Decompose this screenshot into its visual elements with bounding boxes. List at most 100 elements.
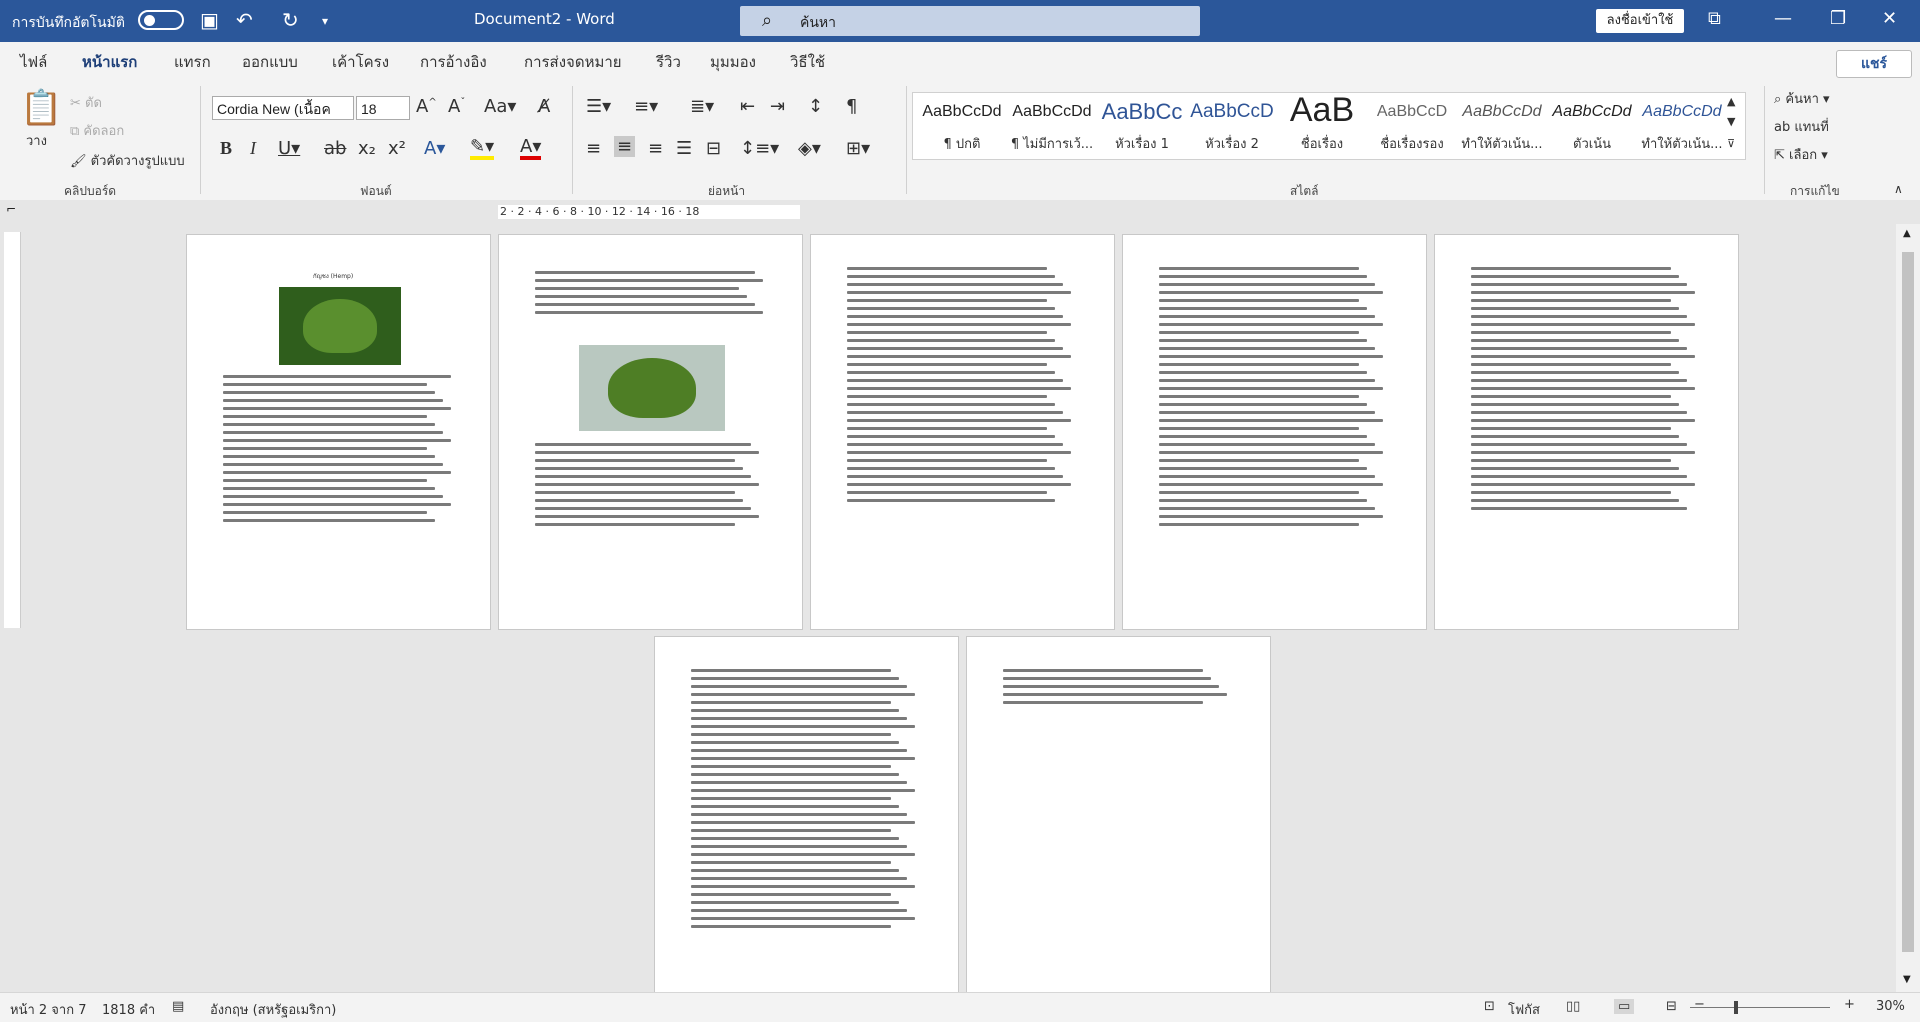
font-size-combo[interactable]: 18 xyxy=(356,96,410,120)
tab-file[interactable]: ไฟล์ xyxy=(20,50,47,74)
copy-button[interactable]: ⧉ คัดลอก xyxy=(70,120,124,141)
line-spacing-icon[interactable]: ↕≡▾ xyxy=(740,138,779,159)
justify-icon[interactable]: ☰ xyxy=(676,138,692,159)
sort-icon[interactable]: ↕ xyxy=(808,96,823,117)
decrease-indent-icon[interactable]: ⇤ xyxy=(740,96,755,117)
multilevel-list-icon[interactable]: ≣▾ xyxy=(690,96,714,117)
font-color-icon[interactable]: A▾ xyxy=(520,138,542,160)
zoom-slider-handle[interactable] xyxy=(1734,1001,1738,1014)
subscript-icon[interactable]: x₂ xyxy=(358,138,376,159)
show-marks-icon[interactable]: ¶ xyxy=(846,96,857,117)
shrink-font-icon[interactable]: Aˇ xyxy=(448,96,465,117)
search-box[interactable]: ⌕ ค้นหา xyxy=(740,6,1200,36)
language-indicator[interactable]: อังกฤษ (สหรัฐอเมริกา) xyxy=(210,999,336,1020)
borders-icon[interactable]: ⊞▾ xyxy=(846,138,870,159)
style-subtitle[interactable]: AaBbCcD ชื่อเรื่องรอง xyxy=(1367,93,1457,159)
tab-help[interactable]: วิธีใช้ xyxy=(790,50,825,74)
paste-button[interactable]: วาง xyxy=(26,130,47,151)
sign-in-button[interactable]: ลงชื่อเข้าใช้ xyxy=(1596,9,1684,33)
focus-icon[interactable]: ⊡ xyxy=(1484,999,1495,1014)
restore-icon[interactable]: ❐ xyxy=(1830,8,1846,29)
superscript-icon[interactable]: x² xyxy=(388,138,406,159)
close-icon[interactable]: ✕ xyxy=(1882,8,1897,29)
paste-icon[interactable]: 📋 xyxy=(20,88,62,128)
page-4[interactable] xyxy=(1122,234,1427,630)
page-count[interactable]: หน้า 2 จาก 7 xyxy=(10,999,86,1020)
vertical-ruler[interactable] xyxy=(4,232,21,628)
zoom-out-icon[interactable]: − xyxy=(1694,997,1705,1012)
read-mode-icon[interactable]: ▯▯ xyxy=(1566,999,1580,1014)
tab-home[interactable]: หน้าแรก xyxy=(82,50,138,82)
page-6[interactable] xyxy=(654,636,959,992)
tab-view[interactable]: มุมมอง xyxy=(710,50,756,74)
style-title[interactable]: AaB ชื่อเรื่อง xyxy=(1277,91,1367,159)
scroll-down-icon[interactable]: ▼ xyxy=(1903,974,1911,985)
zoom-slider[interactable] xyxy=(1690,1007,1830,1008)
print-layout-icon[interactable]: ▭ xyxy=(1614,999,1635,1014)
align-right-icon[interactable]: ≡ xyxy=(648,138,663,159)
style-heading-2[interactable]: AaBbCcD หัวเรื่อง 2 xyxy=(1187,93,1277,159)
grow-font-icon[interactable]: A^ xyxy=(416,96,437,117)
tab-insert[interactable]: แทรก xyxy=(174,50,211,74)
shading-icon[interactable]: ◈▾ xyxy=(798,138,821,159)
tab-design[interactable]: ออกแบบ xyxy=(242,50,298,74)
numbering-icon[interactable]: ≡▾ xyxy=(634,96,658,117)
minimize-icon[interactable]: — xyxy=(1774,8,1792,29)
tab-selector-icon[interactable]: ⌐ xyxy=(6,202,16,216)
proofing-icon[interactable]: ▤ xyxy=(172,999,184,1014)
tab-layout[interactable]: เค้าโครง xyxy=(332,50,389,74)
page-2[interactable] xyxy=(498,234,803,630)
share-button[interactable]: แชร์ xyxy=(1836,50,1912,78)
horizontal-ruler[interactable]: ⌐ 2 · 2 · 4 · 6 · 8 · 10 · 12 · 14 · 16 … xyxy=(0,200,1920,224)
collapse-ribbon-icon[interactable]: ∧ xyxy=(1894,182,1903,196)
zoom-in-icon[interactable]: + xyxy=(1844,997,1855,1012)
italic-icon[interactable]: I xyxy=(250,138,256,159)
scroll-thumb[interactable] xyxy=(1902,252,1914,952)
focus-button[interactable]: โฟกัส xyxy=(1508,999,1540,1020)
select-button[interactable]: ⇱ เลือก ▾ xyxy=(1774,144,1828,165)
styles-scroll-up-icon[interactable]: ▲ xyxy=(1727,95,1735,108)
style-emphasis[interactable]: AaBbCcDd ตัวเน้น xyxy=(1547,93,1637,159)
styles-scroll-down-icon[interactable]: ▼ xyxy=(1727,115,1735,128)
tab-review[interactable]: รีวิว xyxy=(656,50,681,74)
document-canvas[interactable]: กัญชง (Hemp) xyxy=(24,224,1896,992)
bullets-icon[interactable]: ☰▾ xyxy=(586,96,611,117)
style-intense-emphasis[interactable]: AaBbCcDd ทำให้ตัวเน้น... xyxy=(1637,93,1727,159)
cannabis-image[interactable] xyxy=(279,287,401,365)
ribbon-display-icon[interactable]: ⧉ xyxy=(1708,8,1721,29)
strikethrough-icon[interactable]: ab xyxy=(324,138,346,159)
increase-indent-icon[interactable]: ⇥ xyxy=(770,96,785,117)
cut-button[interactable]: ✂ ตัด xyxy=(70,92,102,113)
highlight-icon[interactable]: ✎▾ xyxy=(470,138,495,160)
find-button[interactable]: ⌕ ค้นหา ▾ xyxy=(1774,88,1830,109)
font-name-combo[interactable]: Cordia New (เนื้อค xyxy=(212,96,354,120)
format-painter-button[interactable]: 🖌 ตัวคัดวางรูปแบบ xyxy=(70,150,185,171)
style-normal[interactable]: AaBbCcDd ¶ ปกติ xyxy=(917,93,1007,159)
styles-more-icon[interactable]: ⊽ xyxy=(1727,137,1735,150)
text-effects-icon[interactable]: A▾ xyxy=(424,138,445,159)
word-count[interactable]: 1818 คำ xyxy=(102,999,155,1020)
autosave-toggle[interactable] xyxy=(138,10,184,30)
tab-references[interactable]: การอ้างอิง xyxy=(420,50,487,74)
replace-button[interactable]: ab แทนที่ xyxy=(1774,116,1829,137)
tab-mailings[interactable]: การส่งจดหมาย xyxy=(524,50,622,74)
clear-formatting-icon[interactable]: A̸ xyxy=(538,96,550,117)
bold-icon[interactable]: B xyxy=(220,138,232,159)
undo-icon[interactable]: ↶ xyxy=(236,8,253,32)
redo-icon[interactable]: ↻ xyxy=(282,8,299,32)
underline-icon[interactable]: U▾ xyxy=(278,138,300,159)
page-7[interactable] xyxy=(966,636,1271,992)
style-subtle-emphasis[interactable]: AaBbCcDd ทำให้ตัวเน้น... xyxy=(1457,93,1547,159)
page-3[interactable] xyxy=(810,234,1115,630)
style-heading-1[interactable]: AaBbCc หัวเรื่อง 1 xyxy=(1097,93,1187,159)
scroll-up-icon[interactable]: ▲ xyxy=(1903,228,1911,239)
web-layout-icon[interactable]: ⊟ xyxy=(1666,999,1677,1014)
zoom-level[interactable]: 30% xyxy=(1876,999,1905,1014)
vertical-scrollbar[interactable]: ▲ ▼ xyxy=(1896,224,1920,992)
page-5[interactable] xyxy=(1434,234,1739,630)
align-center-icon[interactable]: ≡ xyxy=(614,136,636,157)
page-1[interactable]: กัญชง (Hemp) xyxy=(186,234,491,630)
cbd-image[interactable] xyxy=(579,345,725,431)
style-no-spacing[interactable]: AaBbCcDd ¶ ไม่มีการเว้... xyxy=(1007,93,1097,159)
change-case-icon[interactable]: Aa▾ xyxy=(484,96,516,117)
